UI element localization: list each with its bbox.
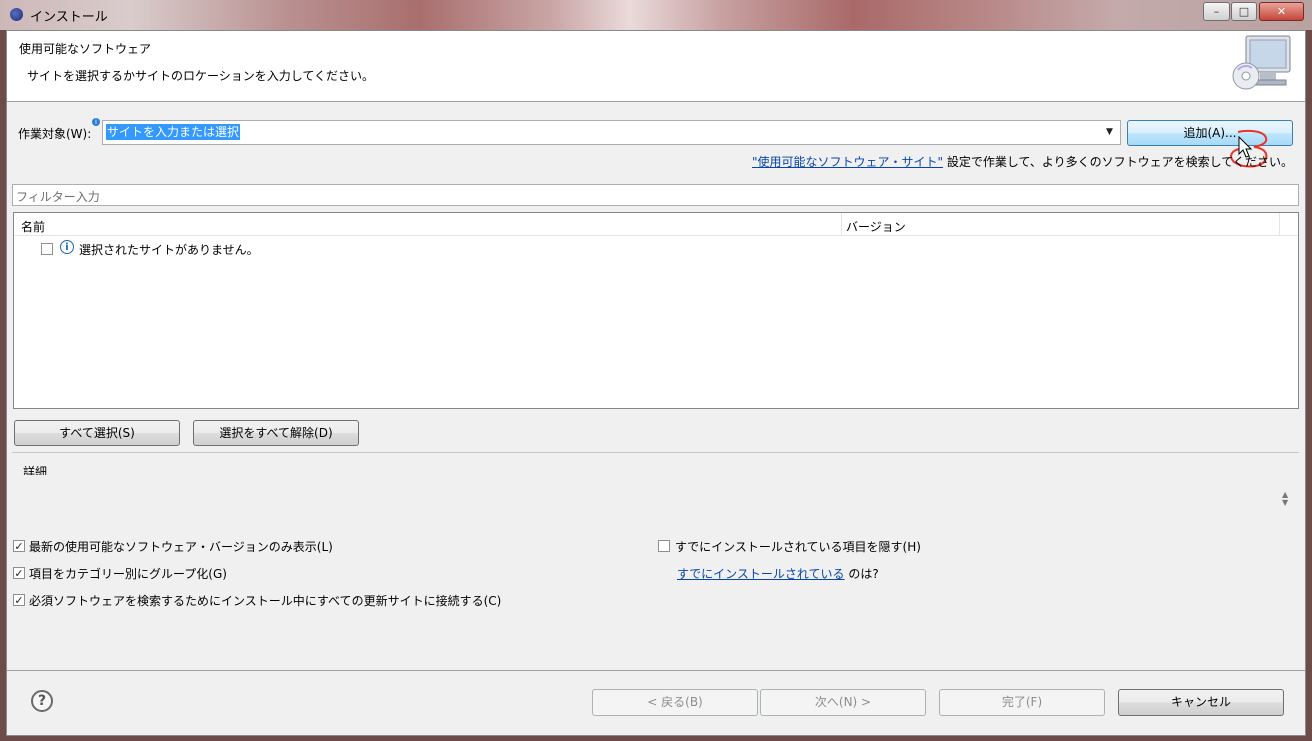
latest-only-label: 最新の使用可能なソフトウェア・バージョンのみ表示(L) — [29, 540, 333, 554]
table-header — [14, 213, 1298, 236]
close-button[interactable]: ✕ — [1259, 2, 1304, 21]
software-table[interactable]: 名前 バージョン i 選択されたサイトがありません。 — [13, 212, 1299, 409]
scroll-arrows-icon[interactable]: ▲ ▼ — [1282, 491, 1288, 507]
filter-input[interactable]: フィルター入力 — [12, 184, 1299, 206]
details-area[interactable]: ▲ ▼ — [14, 475, 1299, 529]
cancel-button[interactable]: キャンセル — [1118, 689, 1284, 716]
minimize-button[interactable]: – — [1203, 2, 1230, 21]
column-header-version[interactable]: バージョン — [846, 218, 906, 235]
column-divider[interactable] — [1279, 213, 1280, 236]
already-installed-row: すでにインストールされている のは? — [677, 565, 879, 582]
contact-all-sites-checkbox[interactable]: ✓ — [13, 594, 25, 606]
group-by-category-label: 項目をカテゴリー別にグループ化(G) — [29, 567, 227, 581]
maximize-button[interactable]: □ — [1231, 2, 1257, 21]
info-icon: i — [60, 240, 74, 254]
next-button[interactable]: 次へ(N) > — [760, 689, 926, 716]
group-by-category-checkbox[interactable]: ✓ — [13, 567, 25, 579]
row-checkbox[interactable] — [41, 243, 53, 255]
available-sites-link[interactable]: "使用可能なソフトウェア・サイト" — [752, 155, 943, 169]
separator — [12, 452, 1299, 453]
latest-only-checkbox[interactable]: ✓ — [13, 540, 25, 552]
sites-hint-text: 設定で作業して、より多くのソフトウェアを検索してください。 — [943, 155, 1293, 169]
filter-placeholder: フィルター入力 — [16, 190, 100, 204]
work-with-label: 作業対象(W): — [18, 127, 92, 141]
column-divider[interactable] — [841, 213, 842, 236]
dropdown-arrow-icon[interactable]: ▼ — [1106, 127, 1113, 137]
window-title: インストール — [30, 10, 108, 25]
page-title: 使用可能なソフトウェア — [19, 42, 152, 56]
help-icon[interactable]: ? — [31, 690, 53, 712]
table-row-name: 選択されたサイトがありません。 — [79, 243, 259, 257]
hide-installed-checkbox[interactable] — [658, 540, 670, 552]
page-description: サイトを選択するかサイトのロケーションを入力してください。 — [27, 69, 375, 83]
select-all-button[interactable]: すべて選択(S) — [14, 420, 180, 446]
already-installed-suffix: のは? — [844, 567, 879, 581]
footer-separator — [7, 670, 1305, 671]
hide-installed-label: すでにインストールされている項目を隠す(H) — [675, 540, 921, 554]
work-with-input-value[interactable]: サイトを入力または選択 — [106, 124, 241, 140]
deselect-all-button[interactable]: 選択をすべて解除(D) — [193, 420, 359, 446]
monitor-cd-icon — [1232, 35, 1291, 90]
column-header-name[interactable]: 名前 — [21, 218, 45, 235]
finish-button[interactable]: 完了(F) — [939, 689, 1105, 716]
title-bar[interactable] — [0, 0, 1312, 30]
already-installed-link[interactable]: すでにインストールされている — [677, 567, 845, 581]
sites-hint: "使用可能なソフトウェア・サイト" 設定で作業して、より多くのソフトウェアを検索… — [752, 153, 1293, 170]
eclipse-icon — [10, 8, 23, 21]
info-decoration-icon: i — [92, 118, 100, 126]
back-button[interactable]: < 戻る(B) — [592, 689, 758, 716]
contact-all-sites-label: 必須ソフトウェアを検索するためにインストール中にすべての更新サイトに接続する(C… — [29, 594, 502, 608]
work-with-combo[interactable]: サイトを入力または選択 ▼ — [102, 120, 1121, 145]
